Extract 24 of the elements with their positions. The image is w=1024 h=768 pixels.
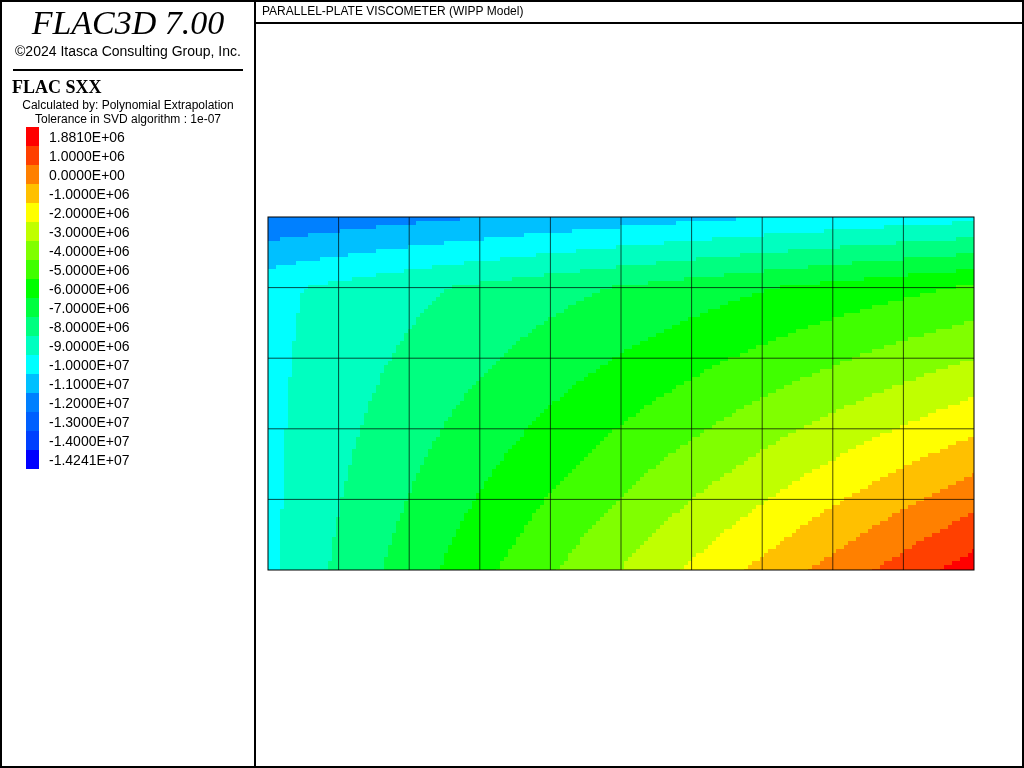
plot-title: PARALLEL-PLATE VISCOMETER (WIPP Model)	[256, 2, 1022, 24]
legend-title: FLAC SXX	[12, 77, 103, 98]
legend-label: -9.0000E+06	[49, 337, 130, 354]
legend-label: -1.2000E+07	[49, 394, 130, 411]
legend-label: -2.0000E+06	[49, 204, 130, 221]
legend-label: -6.0000E+06	[49, 280, 130, 297]
app-title: FLAC3D 7.00	[30, 4, 226, 42]
legend-note: Calculated by: Polynomial Extrapolation	[21, 98, 235, 112]
legend-label: -4.0000E+06	[49, 242, 130, 259]
legend-label: -7.0000E+06	[49, 299, 130, 316]
legend-label: 1.8810E+06	[49, 128, 125, 145]
legend-label: 1.0000E+06	[49, 147, 125, 164]
legend-label: 0.0000E+00	[49, 166, 125, 183]
legend-note: Tolerance in SVD algorithm : 1e-07	[33, 112, 223, 126]
legend-label: -1.4000E+07	[49, 432, 130, 449]
legend-label: -1.3000E+07	[49, 413, 130, 430]
legend-label: -1.1000E+07	[49, 375, 130, 392]
legend-label: -1.0000E+07	[49, 356, 130, 373]
legend-label: -1.0000E+06	[49, 185, 130, 202]
copyright-text: ©2024 Itasca Consulting Group, Inc.	[14, 43, 242, 59]
legend-label: -8.0000E+06	[49, 318, 130, 335]
legend-label: -1.4241E+07	[49, 451, 130, 468]
legend-label: -3.0000E+06	[49, 223, 130, 240]
legend-label: -5.0000E+06	[49, 261, 130, 278]
